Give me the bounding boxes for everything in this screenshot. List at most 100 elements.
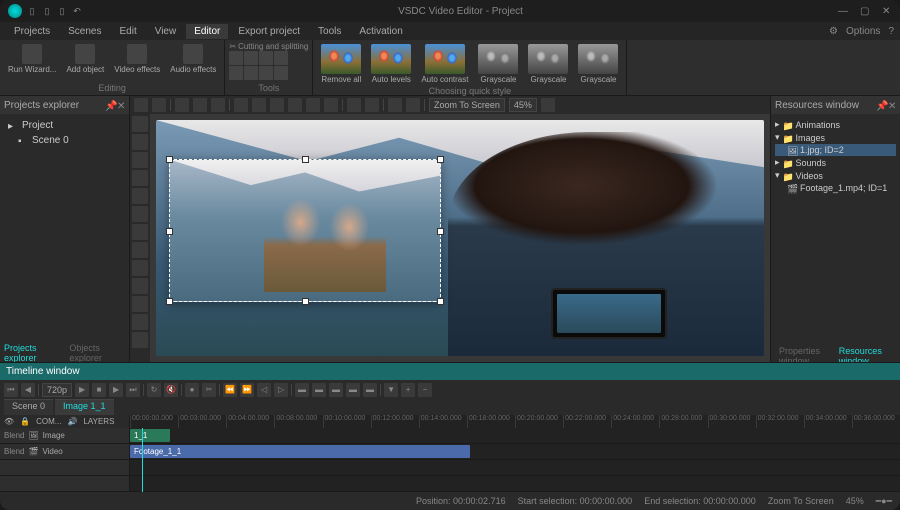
zoom-slider[interactable]: ━●━ — [876, 496, 892, 507]
tl-stop-icon[interactable]: ■ — [92, 383, 106, 397]
lt-video-icon[interactable] — [132, 242, 148, 258]
tree-project-item[interactable]: ▸Project — [4, 118, 125, 133]
style-grayscale-1-button[interactable]: Grayscale — [474, 42, 522, 86]
menu-tools[interactable]: Tools — [310, 24, 349, 39]
speaker-icon[interactable]: 🔊 — [67, 417, 77, 426]
resize-handle-bm[interactable] — [302, 298, 309, 305]
res-videos[interactable]: ▾📁Videos — [775, 169, 896, 182]
tl-frame-back-icon[interactable]: ◁ — [257, 383, 271, 397]
lt-sprite-icon[interactable] — [132, 278, 148, 294]
tl-align-3-icon[interactable]: ▬ — [329, 383, 343, 397]
tl-resolution-dropdown[interactable]: 720p — [42, 383, 72, 397]
tb-align-left-icon[interactable] — [234, 98, 248, 112]
tb-copy-icon[interactable] — [193, 98, 207, 112]
lt-text-icon[interactable] — [132, 134, 148, 150]
tb-align-center-icon[interactable] — [252, 98, 266, 112]
audio-effects-button[interactable]: Audio effects — [166, 42, 220, 76]
track-2-header[interactable]: Blend 🎬 Video — [0, 444, 130, 459]
overlay-image-clip[interactable] — [169, 159, 442, 303]
close-button[interactable]: ✕ — [882, 6, 892, 16]
menu-editor[interactable]: Editor — [186, 24, 228, 39]
tl-next-icon[interactable]: ▶ — [109, 383, 123, 397]
status-zoom-label[interactable]: Zoom To Screen — [768, 496, 834, 506]
track-empty-1[interactable] — [0, 460, 130, 475]
tab-resources-window[interactable]: Resources window — [839, 346, 892, 362]
tb-align-top-icon[interactable] — [288, 98, 302, 112]
style-auto-levels-button[interactable]: Auto levels — [367, 42, 415, 86]
tb-align-bottom-icon[interactable] — [324, 98, 338, 112]
video-effects-button[interactable]: Video effects — [110, 42, 164, 76]
resize-handle-tm[interactable] — [302, 156, 309, 163]
lt-chart-icon[interactable] — [132, 206, 148, 222]
lt-rect-icon[interactable] — [132, 152, 148, 168]
style-auto-contrast-button[interactable]: Auto contrast — [417, 42, 472, 86]
res-image-1[interactable]: 🖼1.jpg; ID=2 — [775, 144, 896, 156]
tl-zoom-out-icon[interactable]: − — [418, 383, 432, 397]
tl-marker-icon[interactable]: ▼ — [384, 383, 398, 397]
menu-view[interactable]: View — [147, 24, 185, 39]
resize-handle-ml[interactable] — [166, 228, 173, 235]
tb-rotate-icon[interactable] — [388, 98, 402, 112]
tl-goto-end-icon[interactable]: ⏭ — [126, 383, 140, 397]
style-remove-all-button[interactable]: Remove all — [317, 42, 365, 86]
lt-audio-icon[interactable] — [132, 260, 148, 276]
pin-icon[interactable]: 📌 — [105, 101, 113, 109]
tl-forward-icon[interactable]: ⏩ — [240, 383, 254, 397]
lt-animation-icon[interactable] — [132, 296, 148, 312]
tree-scene-item[interactable]: ▪Scene 0 — [4, 133, 125, 148]
resize-handle-tr[interactable] — [437, 156, 444, 163]
tl-align-5-icon[interactable]: ▬ — [363, 383, 377, 397]
tl-play-icon[interactable]: ▶ — [75, 383, 89, 397]
timeline-ruler[interactable]: 👁 🔒 COM... 🔊 LAYERS 00:00:00.000 00:03:0… — [0, 415, 900, 428]
tab-properties-window[interactable]: Properties window — [779, 346, 831, 362]
resize-handle-br[interactable] — [437, 298, 444, 305]
maximize-button[interactable]: ▢ — [860, 6, 870, 16]
tb-cut-icon[interactable] — [175, 98, 189, 112]
style-grayscale-2-button[interactable]: Grayscale — [524, 42, 572, 86]
tb-flip-h-icon[interactable] — [347, 98, 361, 112]
tl-rewind-icon[interactable]: ⏪ — [223, 383, 237, 397]
menu-scenes[interactable]: Scenes — [60, 24, 109, 39]
tool-2-icon[interactable] — [244, 51, 258, 65]
clip-image-1[interactable]: 1_1 — [130, 429, 170, 442]
tl-tab-scene0[interactable]: Scene 0 — [4, 399, 53, 414]
minimize-button[interactable]: — — [838, 6, 848, 16]
tb-align-right-icon[interactable] — [270, 98, 284, 112]
tb-paste-icon[interactable] — [211, 98, 225, 112]
zoom-dropdown[interactable]: Zoom To Screen — [429, 98, 505, 112]
tab-objects-explorer[interactable]: Objects explorer — [69, 343, 125, 362]
lt-tooltip-icon[interactable] — [132, 332, 148, 348]
preview-canvas[interactable] — [150, 114, 770, 362]
lt-ellipse-icon[interactable] — [132, 170, 148, 186]
options-link[interactable]: Options — [846, 26, 880, 37]
zoom-value-dropdown[interactable]: 45% — [509, 98, 537, 112]
tl-mute-icon[interactable]: 🔇 — [164, 383, 178, 397]
menu-projects[interactable]: Projects — [6, 24, 58, 39]
tl-align-1-icon[interactable]: ▬ — [295, 383, 309, 397]
tl-prev-icon[interactable]: ◀ — [21, 383, 35, 397]
track-empty-2[interactable] — [0, 476, 130, 491]
tb-flip-v-icon[interactable] — [365, 98, 379, 112]
tb-move-icon[interactable] — [152, 98, 166, 112]
tl-loop-icon[interactable]: ↻ — [147, 383, 161, 397]
tl-zoom-in-icon[interactable]: + — [401, 383, 415, 397]
tl-frame-fwd-icon[interactable]: ▷ — [274, 383, 288, 397]
tb-select-icon[interactable] — [134, 98, 148, 112]
add-object-button[interactable]: Add object — [62, 42, 108, 76]
lt-line-icon[interactable] — [132, 188, 148, 204]
playhead[interactable] — [142, 428, 143, 492]
lt-counter-icon[interactable] — [132, 314, 148, 330]
tool-4-icon[interactable] — [274, 51, 288, 65]
tool-5-icon[interactable] — [229, 66, 243, 80]
tb-zoom-slider-icon[interactable] — [541, 98, 555, 112]
menu-export[interactable]: Export project — [230, 24, 308, 39]
close-panel-icon[interactable]: ✕ — [888, 101, 896, 109]
style-grayscale-3-button[interactable]: Grayscale — [574, 42, 622, 86]
tl-align-2-icon[interactable]: ▬ — [312, 383, 326, 397]
tool-8-icon[interactable] — [274, 66, 288, 80]
tl-align-4-icon[interactable]: ▬ — [346, 383, 360, 397]
resize-handle-mr[interactable] — [437, 228, 444, 235]
tl-goto-start-icon[interactable]: ⏮ — [4, 383, 18, 397]
pin-icon[interactable]: 📌 — [876, 101, 884, 109]
res-animations[interactable]: ▸📁Animations — [775, 118, 896, 131]
